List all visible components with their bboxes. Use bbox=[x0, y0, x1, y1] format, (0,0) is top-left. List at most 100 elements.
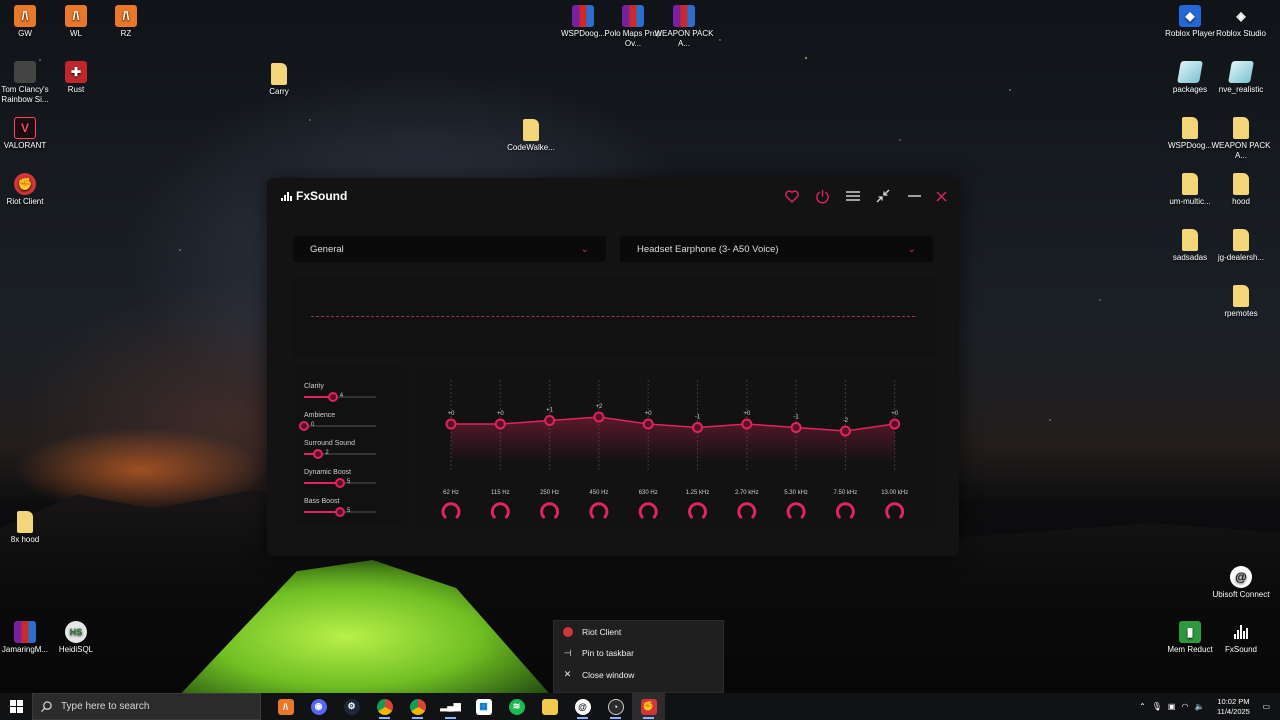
fxsound-logo-icon bbox=[281, 191, 292, 201]
eq-band-handle[interactable] bbox=[741, 418, 753, 430]
desktop-icon-jg-dealersh[interactable]: jg-dealersh... bbox=[1211, 229, 1271, 263]
eq-band-handle[interactable] bbox=[544, 415, 556, 426]
desktop-icon-fxsound[interactable]: FxSound bbox=[1211, 621, 1271, 655]
eq-gain-label: +1 bbox=[546, 408, 554, 414]
eq-frequency-knob[interactable] bbox=[638, 502, 658, 519]
notifications-icon[interactable]: ▭ bbox=[1262, 702, 1270, 711]
eq-frequency-knob[interactable] bbox=[688, 502, 707, 519]
effects-panel: Clarity 4 Ambience 0 Surround Sound 2 Dynamic … bbox=[295, 366, 407, 526]
effect-slider-bass-boost[interactable]: Bass Boost 5 bbox=[304, 497, 379, 517]
desktop-icon-hood[interactable]: hood bbox=[1211, 173, 1271, 207]
fxsound-icon bbox=[1230, 621, 1252, 643]
eq-frequency-knob[interactable] bbox=[441, 502, 461, 519]
eq-band-handle[interactable] bbox=[445, 418, 457, 430]
desktop-icon-8x-hood[interactable]: 8x hood bbox=[0, 511, 55, 545]
eq-band-handle[interactable] bbox=[494, 418, 506, 430]
desktop-icon-roblox-studio[interactable]: ◈ Roblox Studio bbox=[1211, 5, 1271, 39]
desktop-icon-weapon-pack-folder[interactable]: WEAPON PACK A... bbox=[1211, 117, 1271, 161]
eq-frequency-knob[interactable] bbox=[835, 502, 855, 519]
desktop-icon-rz[interactable]: /\ RZ bbox=[96, 5, 156, 39]
slider-handle[interactable] bbox=[335, 478, 345, 489]
taskbar-app-chrome-profile[interactable] bbox=[368, 693, 401, 720]
jump-list-riot-client[interactable]: Riot Client bbox=[554, 621, 723, 643]
taskbar-jump-list: Riot Client ⊣ Pin to taskbar ✕ Close win… bbox=[553, 620, 724, 693]
desktop-icon-carry[interactable]: Carry bbox=[249, 63, 309, 97]
effect-slider-dynamic-boost[interactable]: Dynamic Boost 5 bbox=[304, 469, 379, 489]
jump-list-pin-to-taskbar[interactable]: ⊣ Pin to taskbar bbox=[554, 643, 723, 665]
effect-label: Bass Boost bbox=[304, 497, 340, 505]
taskbar-app-fxsound[interactable]: ▂▄▆ bbox=[434, 693, 467, 720]
steam-icon: ⚙ bbox=[343, 698, 360, 715]
slider-handle[interactable] bbox=[335, 506, 345, 517]
rainbow-six-icon bbox=[14, 61, 36, 83]
effect-slider-clarity[interactable]: Clarity 4 bbox=[304, 383, 379, 402]
power-button[interactable] bbox=[812, 186, 832, 206]
compress-icon bbox=[876, 189, 890, 203]
eq-band-handle[interactable] bbox=[642, 418, 654, 430]
show-hidden-icons-button[interactable]: ⌃ bbox=[1139, 702, 1146, 711]
folder-icon bbox=[1233, 117, 1249, 139]
roblox-studio-icon: ◈ bbox=[1236, 9, 1246, 23]
slider-handle[interactable] bbox=[313, 449, 324, 460]
desktop-icon-rpemotes[interactable]: rpemotes bbox=[1211, 285, 1271, 319]
desktop-icon-heidisql[interactable]: HS HeidiSQL bbox=[46, 621, 106, 655]
jump-list-close-window[interactable]: ✕ Close window bbox=[554, 664, 723, 686]
eq-frequency-knob[interactable] bbox=[786, 502, 806, 519]
close-icon: ✕ bbox=[563, 669, 572, 680]
desktop-icon-codewalke[interactable]: CodeWalke... bbox=[501, 119, 561, 153]
folder-icon bbox=[1233, 229, 1249, 251]
favorite-heart-button[interactable] bbox=[782, 186, 802, 206]
desktop-icon-valorant[interactable]: V VALORANT bbox=[0, 117, 55, 151]
taskbar-app-discord[interactable]: ◉ bbox=[302, 693, 335, 720]
ubisoft-icon: @ bbox=[1230, 566, 1252, 588]
effect-slider-ambience[interactable]: Ambience 0 bbox=[299, 412, 379, 431]
eq-frequency-knob[interactable] bbox=[589, 502, 609, 519]
eq-band-handle[interactable] bbox=[692, 422, 703, 433]
volume-icon[interactable]: 🔈 bbox=[1194, 702, 1204, 711]
preset-dropdown[interactable]: General ⌄ bbox=[293, 236, 606, 262]
eq-frequency-knob[interactable] bbox=[490, 502, 510, 519]
desktop-icon-rust[interactable]: ✚ Rust bbox=[46, 61, 106, 95]
chrome-icon bbox=[409, 698, 426, 715]
taskbar-app-steam[interactable]: ⚙ bbox=[335, 693, 368, 720]
taskbar-app-spotify[interactable]: ≋ bbox=[500, 693, 533, 720]
slider-handle[interactable] bbox=[327, 392, 338, 402]
close-button[interactable] bbox=[931, 186, 951, 206]
valorant-icon: V bbox=[14, 117, 36, 139]
chevron-down-icon: ⌄ bbox=[580, 243, 589, 255]
display-icon[interactable]: ▣ bbox=[1168, 702, 1176, 711]
effect-slider-surround-sound[interactable]: Surround Sound 2 bbox=[304, 440, 379, 460]
microphone-icon[interactable]: 🎙 bbox=[1152, 702, 1162, 711]
eq-band-handle[interactable] bbox=[790, 422, 802, 433]
clock[interactable]: 10:02 PM 11/4/2025 bbox=[1210, 697, 1256, 717]
menu-button[interactable] bbox=[843, 186, 863, 206]
windows-logo-icon bbox=[9, 700, 23, 713]
eq-frequency-knob[interactable] bbox=[540, 502, 560, 519]
slider-handle[interactable] bbox=[299, 420, 309, 431]
taskbar-search-box[interactable]: Type here to search bbox=[32, 693, 261, 720]
wifi-icon[interactable]: ◠ bbox=[1181, 702, 1188, 711]
eq-frequency-knob[interactable] bbox=[885, 502, 905, 519]
packages-icon bbox=[1177, 61, 1203, 83]
taskbar-app-ubisoft[interactable]: @ bbox=[566, 693, 599, 720]
taskbar-app-file-explorer[interactable] bbox=[533, 693, 566, 720]
minimize-view-button[interactable] bbox=[873, 186, 893, 206]
eq-frequency-knob[interactable] bbox=[737, 502, 757, 519]
taskbar-app-obs[interactable]: ◔ bbox=[599, 693, 632, 720]
desktop-icon-nve-realistic[interactable]: nve_realistic bbox=[1211, 61, 1271, 95]
eq-band-handle[interactable] bbox=[593, 411, 605, 423]
roblox-player-icon: ◆ bbox=[1179, 5, 1201, 27]
eq-band-handle[interactable] bbox=[839, 425, 851, 437]
taskbar-app-store[interactable]: ▦ bbox=[467, 693, 500, 720]
taskbar-app-gw[interactable]: /\ bbox=[269, 693, 302, 720]
eq-band-handle[interactable] bbox=[889, 418, 901, 430]
output-device-dropdown[interactable]: Headset Earphone (3- A50 Voice) ⌄ bbox=[620, 236, 933, 262]
taskbar-app-chrome[interactable] bbox=[401, 693, 434, 720]
minimize-button[interactable] bbox=[904, 186, 924, 206]
desktop-icon-riot-client[interactable]: ✊ Riot Client bbox=[0, 173, 55, 207]
start-button[interactable] bbox=[0, 693, 32, 720]
slider-track[interactable] bbox=[304, 424, 376, 427]
desktop-icon-weapon-pack[interactable]: WEAPON PACK A... bbox=[654, 5, 714, 49]
taskbar-app-riot-client[interactable]: ✊ bbox=[632, 693, 665, 720]
desktop-icon-ubisoft[interactable]: @ Ubisoft Connect bbox=[1211, 566, 1271, 600]
